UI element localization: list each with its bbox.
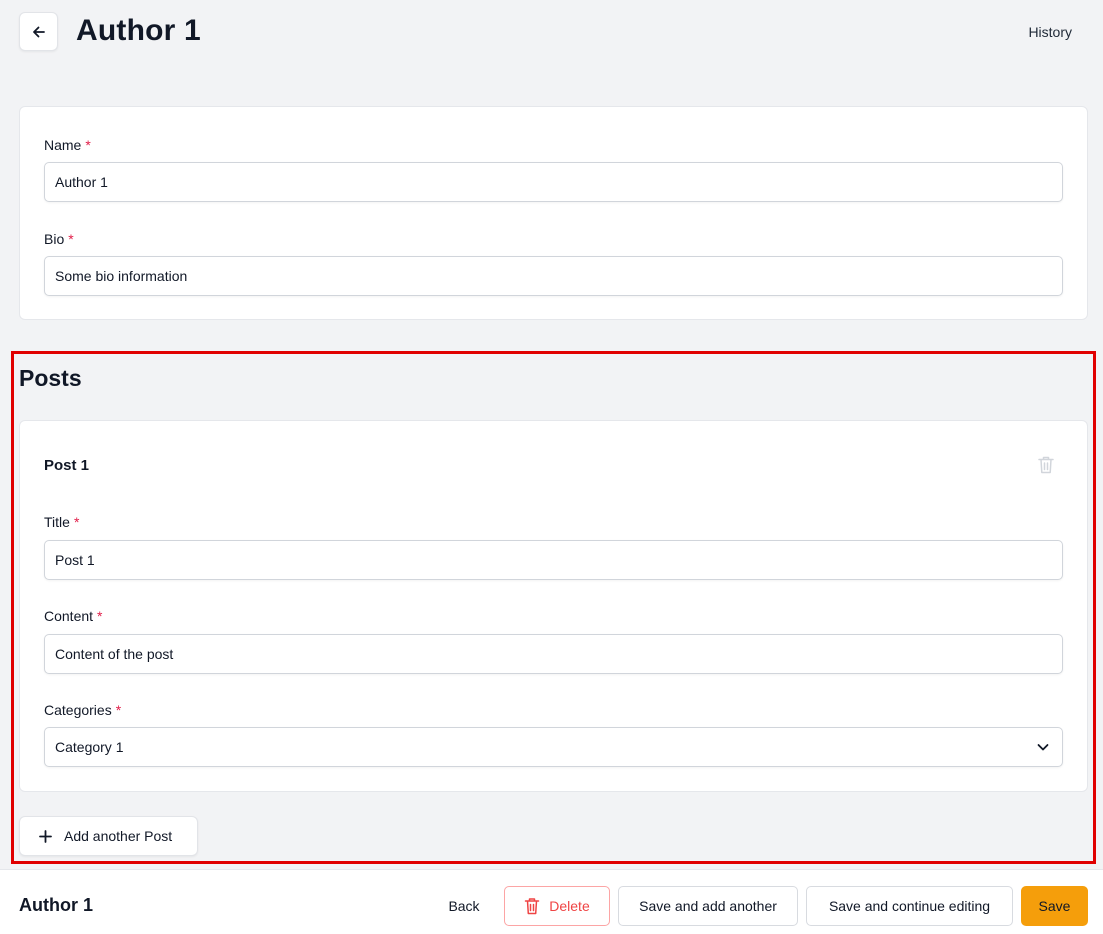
bio-input[interactable]: Some bio information [44,256,1063,296]
delete-button[interactable]: Delete [504,886,610,926]
posts-section-highlight [11,351,1096,864]
page-title: Author 1 [76,14,201,47]
name-input[interactable]: Author 1 [44,162,1063,202]
save-and-add-another-button[interactable]: Save and add another [618,886,798,926]
author-form-card: Name * Author 1 Bio * Some bio information [19,106,1088,320]
history-link[interactable]: History [1028,24,1072,40]
save-button[interactable]: Save [1021,886,1088,926]
footer-bar: Author 1 Back Delete Save and add anothe… [0,869,1103,934]
required-marker: * [68,231,74,247]
save-and-continue-editing-button[interactable]: Save and continue editing [806,886,1013,926]
footer-title: Author 1 [19,895,93,915]
arrow-left-icon [32,25,46,39]
name-label: Name * [44,137,91,153]
trash-icon [524,897,540,915]
bio-label: Bio * [44,231,74,247]
delete-label: Delete [549,898,590,914]
required-marker: * [85,137,91,153]
page-header: Author 1 History [0,0,1103,64]
back-arrow-button[interactable] [19,12,58,51]
back-button[interactable]: Back [436,886,492,926]
